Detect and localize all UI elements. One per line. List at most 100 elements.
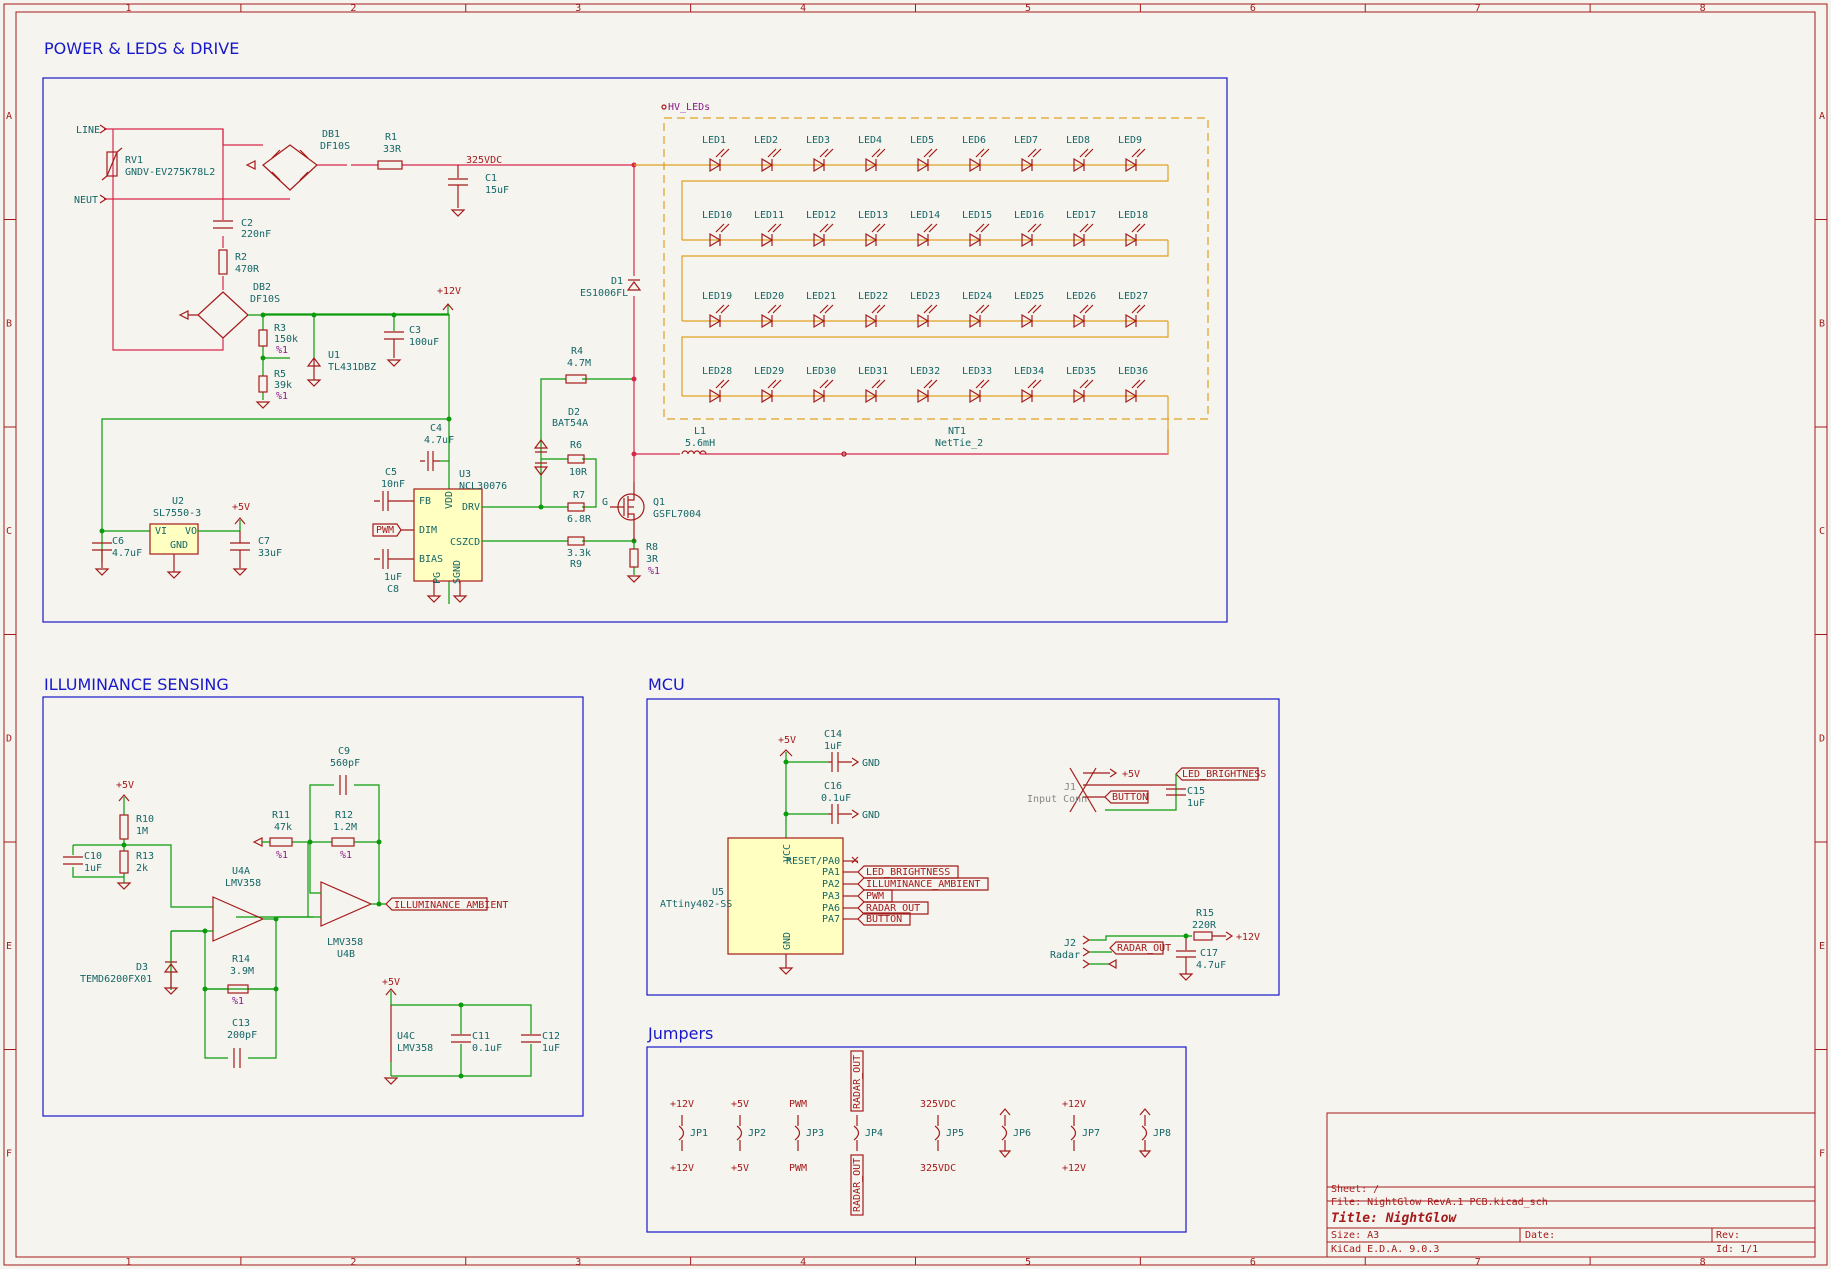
- illum-block-title: ILLUMINANCE SENSING: [44, 675, 229, 694]
- r14-ref: R14: [232, 954, 250, 965]
- border-col-label-bottom: 8: [1700, 1257, 1706, 1268]
- db2-wire: [214, 338, 224, 351]
- l1-ref: L1: [694, 426, 706, 437]
- jumper-symbol: [1001, 1115, 1008, 1151]
- c14-ref: C14: [824, 729, 842, 740]
- jumper-ref: JP5: [946, 1128, 964, 1139]
- led-emission-arrows: [1131, 223, 1146, 233]
- r6-body: [567, 454, 585, 464]
- pwm-label: PWM: [376, 525, 394, 536]
- u5-pin-label: PA6: [822, 903, 840, 914]
- led-emission-arrows: [871, 379, 886, 389]
- c7-value: 33uF: [258, 548, 282, 559]
- p12v-label: +12V: [437, 286, 461, 297]
- tb-size: Size: A3: [1331, 1230, 1379, 1241]
- q1-gate: [610, 482, 635, 541]
- tb-date: Date:: [1525, 1230, 1555, 1241]
- border-col-label-top: 8: [1700, 3, 1706, 14]
- jumper-ref: JP6: [1013, 1128, 1031, 1139]
- led-emission-arrows: [923, 304, 938, 314]
- led-emission-arrows: [1131, 148, 1146, 158]
- led-emission-arrows: [819, 148, 834, 158]
- led-ref: LED27: [1118, 291, 1148, 302]
- jumper-symbol: [934, 1115, 941, 1151]
- jumper-ref: JP4: [865, 1128, 883, 1139]
- led-ref: LED4: [858, 135, 882, 146]
- q1-value: GSFL7004: [653, 509, 701, 520]
- led-ref: LED21: [806, 291, 836, 302]
- c15-value: 1uF: [1187, 798, 1205, 809]
- r11-value: 47k: [274, 822, 292, 833]
- c3-value: 100uF: [409, 337, 439, 348]
- c5-symbol: [374, 491, 414, 511]
- r13-body: [119, 850, 129, 874]
- c17-symbol: [1176, 936, 1196, 981]
- r11-body: [269, 837, 293, 847]
- j1-p5v-label: +5V: [1122, 769, 1140, 780]
- mcu-net-label: LED_BRIGHTNESS: [866, 867, 950, 878]
- c1-ref: C1: [485, 173, 497, 184]
- c14-value: 1uF: [824, 741, 842, 752]
- jumper-net-top: +12V: [670, 1099, 694, 1110]
- u4a-symbol: [212, 896, 265, 942]
- u3-pin-bias: BIAS: [419, 554, 443, 565]
- c3-symbol: [384, 331, 404, 367]
- tb-file: File: NightGlow RevA.1 PCB.kicad_sch: [1331, 1197, 1548, 1208]
- led-emission-arrows: [871, 148, 886, 158]
- jumper-net-bottom: RADAR_OUT: [852, 1158, 863, 1212]
- jumper-net-top: 325VDC: [920, 1099, 956, 1110]
- c11-value: 0.1uF: [472, 1043, 502, 1054]
- j2-ref: J2: [1064, 938, 1076, 949]
- r12-ref: R12: [335, 810, 353, 821]
- led-emission-arrows: [923, 379, 938, 389]
- jumper-row: JP1 +12V +12V JP2 +5V +5V JP3 PWM PWM JP4 RADAR_OU…: [670, 1050, 1171, 1216]
- c11-symbol: [451, 1034, 471, 1043]
- u5-gnd-pin: GND: [782, 932, 793, 950]
- led-emission-arrows: [1131, 304, 1146, 314]
- r15-out: [1212, 931, 1234, 941]
- tb-sheet: Sheet: /: [1331, 1184, 1379, 1195]
- mcu-gnd-arrows: [851, 757, 860, 819]
- border-col-label-bottom: 7: [1475, 1257, 1481, 1268]
- jumpers-block: [646, 1046, 1187, 1233]
- u3-pin-drv: DRV: [462, 502, 480, 513]
- led-emission-arrows: [1079, 304, 1094, 314]
- c5-ref: C5: [385, 467, 397, 478]
- u3-pin-sgnd: SGND: [452, 560, 463, 584]
- r14-value: 3.9M: [230, 966, 254, 977]
- rv1-slash: [101, 147, 123, 181]
- led-emission-arrows: [975, 304, 990, 314]
- jumper-symbol: [1141, 1115, 1148, 1151]
- led-emission-arrows: [767, 223, 782, 233]
- u5-pin-label: PA3: [822, 891, 840, 902]
- db2-ref: DB2: [253, 282, 271, 293]
- r8-body: [629, 548, 639, 568]
- rv1-value: GNDV-EV275K78L2: [125, 167, 215, 178]
- r3-value: 150k: [274, 334, 298, 345]
- border-row-label-left: E: [6, 941, 12, 952]
- d1-value: ES1006FL: [580, 288, 628, 299]
- r12-body: [331, 837, 355, 847]
- jumper-ref: JP7: [1082, 1128, 1100, 1139]
- jumper-net-bottom: +12V: [670, 1163, 694, 1174]
- illum-p5v-label: +5V: [116, 780, 134, 791]
- led-ref: LED7: [1014, 135, 1038, 146]
- r14-tol: %1: [232, 996, 244, 1007]
- d3-value: TEMD6200FX01: [80, 974, 152, 985]
- jumper-symbol: [853, 1115, 860, 1151]
- led-ref: LED30: [806, 366, 836, 377]
- jumper-net-bottom: +5V: [731, 1163, 749, 1174]
- u4a-ref: U4A: [232, 866, 250, 877]
- r13-gnd: [116, 882, 132, 890]
- c7-ref: C7: [258, 536, 270, 547]
- hv-325vdc-label: 325VDC: [466, 155, 502, 166]
- q1-ref: Q1: [653, 497, 665, 508]
- led-ref: LED9: [1118, 135, 1142, 146]
- led-ref: LED3: [806, 135, 830, 146]
- r1-ref: R1: [385, 132, 397, 143]
- led-ref: LED20: [754, 291, 784, 302]
- u4b-symbol: [320, 881, 373, 927]
- led-emission-arrows: [767, 148, 782, 158]
- c4-value: 4.7uF: [424, 435, 454, 446]
- title-block: [1326, 1112, 1816, 1258]
